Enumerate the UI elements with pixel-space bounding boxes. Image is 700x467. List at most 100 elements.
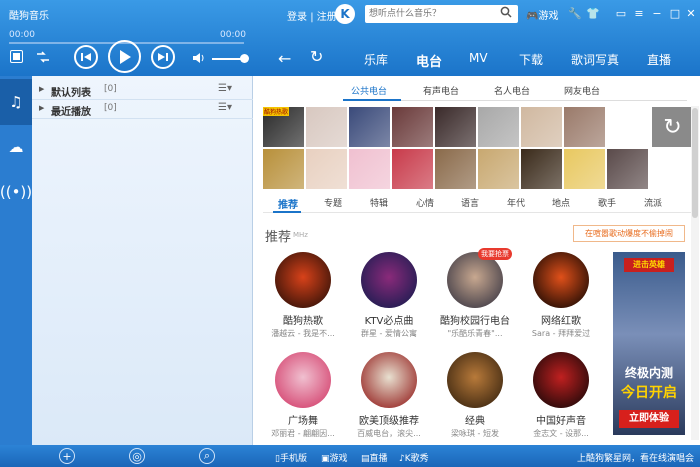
- search-icon[interactable]: [500, 6, 516, 22]
- category-era[interactable]: 年代: [507, 196, 525, 209]
- back-arrow-icon[interactable]: ←: [278, 49, 291, 68]
- subtab-user-radio[interactable]: 网友电台: [564, 84, 600, 97]
- radio-thumbnail[interactable]: [564, 149, 605, 189]
- login-register[interactable]: 登录 | 注册: [287, 8, 337, 23]
- radio-thumbnail[interactable]: [349, 149, 390, 189]
- category-place[interactable]: 地点: [552, 196, 570, 209]
- previous-button[interactable]: [74, 45, 98, 69]
- list-menu-icon[interactable]: ☰▾: [218, 102, 232, 113]
- tab-library[interactable]: 乐库: [364, 51, 388, 68]
- music-note-icon[interactable]: ♫: [0, 79, 32, 125]
- game-link[interactable]: 🎮游戏: [526, 7, 558, 22]
- tab-live[interactable]: 直播: [647, 51, 671, 68]
- radio-thumbnail[interactable]: [306, 107, 347, 147]
- radio-antenna-icon[interactable]: ((•)): [0, 169, 32, 215]
- category-topic[interactable]: 专题: [324, 196, 342, 209]
- login-link[interactable]: 登录: [287, 12, 307, 23]
- radio-thumbnail[interactable]: [435, 149, 476, 189]
- shuffle-icon[interactable]: [36, 50, 50, 64]
- subtab-audio-radio[interactable]: 有声电台: [423, 84, 459, 97]
- radio-cover[interactable]: [361, 252, 417, 308]
- tab-download[interactable]: 下载: [519, 51, 543, 68]
- mini-mode-icon[interactable]: [10, 50, 23, 63]
- radio-thumbnail[interactable]: 酷狗热歌: [263, 107, 304, 147]
- category-special[interactable]: 特辑: [370, 196, 388, 209]
- radio-cover[interactable]: [533, 252, 589, 308]
- radio-cover[interactable]: [447, 252, 503, 308]
- category-genre[interactable]: 流派: [644, 196, 662, 209]
- expand-arrow-icon[interactable]: ▶: [39, 85, 44, 93]
- ad-try-button[interactable]: 立即体验: [619, 410, 679, 428]
- play-button[interactable]: [108, 40, 141, 73]
- wrench-icon[interactable]: 🔧: [568, 6, 582, 20]
- radio-thumbnail[interactable]: [521, 149, 562, 189]
- radio-cover[interactable]: [275, 252, 331, 308]
- cloud-icon[interactable]: ☁: [0, 124, 32, 170]
- radio-thumbnail[interactable]: [349, 107, 390, 147]
- refresh-icon[interactable]: ↻: [310, 47, 323, 66]
- section-link[interactable]: 在喧嚣歌动爆度不偷掉闹: [573, 225, 685, 242]
- maximize-icon[interactable]: □: [668, 6, 682, 20]
- radio-thumbnail[interactable]: [521, 107, 562, 147]
- list-menu-icon[interactable]: ☰▾: [218, 83, 232, 94]
- radio-thumbnail[interactable]: [263, 149, 304, 189]
- menu-icon[interactable]: ≡: [632, 6, 646, 20]
- playlist-row[interactable]: ▶ 最近播放 [0] ☰▾: [32, 99, 253, 119]
- radio-thumbnail[interactable]: [478, 107, 519, 147]
- radio-name[interactable]: 中国好声音: [520, 412, 602, 427]
- radio-cover[interactable]: [275, 352, 331, 408]
- radio-station-card[interactable]: 欧美顶级推荐 百威电台，滚尖...: [348, 352, 428, 447]
- volume-knob[interactable]: [240, 54, 249, 63]
- radio-station-card[interactable]: 经典 梁咏琪 - 短发: [434, 352, 514, 447]
- category-recommend[interactable]: 推荐: [278, 196, 298, 211]
- mini-player-icon[interactable]: ▭: [614, 6, 628, 20]
- radio-thumbnail[interactable]: [392, 149, 433, 189]
- radio-thumbnail[interactable]: [607, 149, 648, 189]
- close-icon[interactable]: ✕: [684, 6, 698, 20]
- radio-station-card[interactable]: 广场舞 邓丽君 - 翩翩因...: [262, 352, 342, 447]
- radio-name[interactable]: 酷狗热歌: [262, 312, 344, 327]
- radio-name[interactable]: 广场舞: [262, 412, 344, 427]
- radio-thumbnail[interactable]: [478, 149, 519, 189]
- radio-station-card[interactable]: 网络红歌 Sara - 拜拜爱过: [520, 252, 600, 347]
- radio-station-card[interactable]: 我要抢票 酷狗校园行电台 "乐酷乐青春"...: [434, 248, 516, 347]
- radio-cover[interactable]: [361, 352, 417, 408]
- radio-name[interactable]: 欧美顶级推荐: [348, 412, 430, 427]
- radio-station-card[interactable]: KTV必点曲 群星 - 爱情公寓: [348, 252, 428, 347]
- search-input[interactable]: [365, 5, 518, 23]
- skin-icon[interactable]: 👕: [586, 6, 600, 20]
- game-footer-link[interactable]: ▣游戏: [321, 451, 348, 464]
- register-link[interactable]: 注册: [317, 12, 337, 23]
- scrollbar[interactable]: [691, 106, 699, 440]
- tab-lyrics[interactable]: 歌词写真: [571, 51, 619, 68]
- search-list-icon[interactable]: ⌕: [199, 448, 215, 464]
- radio-station-card[interactable]: 酷狗热歌 潘越云 - 我是不...: [262, 252, 342, 347]
- scrollbar-thumb[interactable]: [692, 108, 698, 218]
- playlist-row[interactable]: ▶ 默认列表 [0] ☰▾: [32, 80, 253, 100]
- subtab-public-radio[interactable]: 公共电台: [351, 84, 387, 97]
- refresh-thumbs-icon[interactable]: ↻: [652, 107, 693, 147]
- live-footer-link[interactable]: ▤直播: [361, 451, 388, 464]
- kugou-logo[interactable]: K: [335, 4, 355, 24]
- radio-name[interactable]: KTV必点曲: [348, 312, 430, 327]
- next-button[interactable]: [151, 45, 175, 69]
- mobile-link[interactable]: ▯手机版: [275, 451, 307, 464]
- radio-cover[interactable]: [447, 352, 503, 408]
- category-mood[interactable]: 心情: [416, 196, 434, 209]
- tab-mv[interactable]: MV: [469, 51, 488, 65]
- minimize-icon[interactable]: −: [650, 6, 664, 20]
- radio-thumbnail[interactable]: [306, 149, 347, 189]
- subtab-celebrity-radio[interactable]: 名人电台: [494, 84, 530, 97]
- add-icon[interactable]: +: [59, 448, 75, 464]
- radio-name[interactable]: 酷狗校园行电台: [434, 312, 516, 327]
- radio-thumbnail[interactable]: [435, 107, 476, 147]
- game-ad-banner[interactable]: 进击英雄 终极内测 今日开启 立即体验: [613, 252, 685, 435]
- radio-name[interactable]: 网络红歌: [520, 312, 602, 327]
- locate-icon[interactable]: ◎: [129, 448, 145, 464]
- category-singer[interactable]: 歌手: [598, 196, 616, 209]
- volume-icon[interactable]: [192, 51, 206, 65]
- expand-arrow-icon[interactable]: ▶: [39, 104, 44, 112]
- radio-cover[interactable]: [533, 352, 589, 408]
- radio-station-card[interactable]: 中国好声音 金志文 - 设那...: [520, 352, 600, 447]
- category-language[interactable]: 语言: [461, 196, 479, 209]
